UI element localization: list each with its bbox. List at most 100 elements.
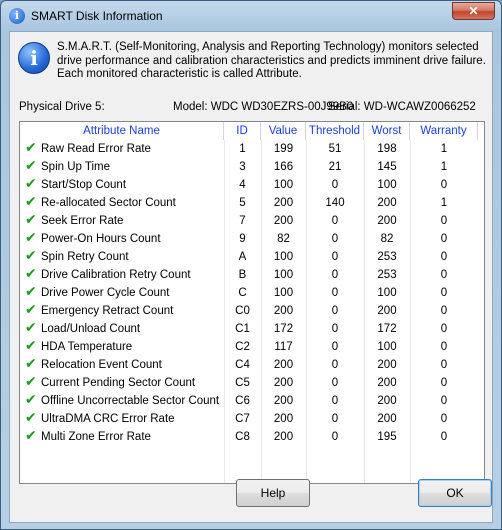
value-cell: 199 <box>273 143 294 155</box>
warranty-cell: 0 <box>440 305 448 317</box>
table-row[interactable]: ✔ Power-On Hours Count 9 82 0 82 0 <box>20 230 484 248</box>
attribute-name: HDA Temperature <box>41 341 133 353</box>
table-row[interactable]: ✔ Spin Retry Count A 100 0 253 0 <box>20 248 484 266</box>
warranty-cell: 0 <box>440 179 448 191</box>
column-header-threshold[interactable]: Threshold <box>306 122 364 140</box>
warranty-cell: 1 <box>440 197 448 209</box>
table-row[interactable]: ✔ Current Pending Sector Count C5 200 0 200 0 <box>20 374 484 392</box>
status-ok-check-icon: ✔ <box>25 320 37 336</box>
value-cell: 117 <box>274 341 293 353</box>
table-row[interactable]: ✔ Load/Unload Count C1 172 0 172 0 <box>20 320 484 338</box>
warranty-cell: 0 <box>440 251 448 263</box>
id-cell: C6 <box>235 395 250 407</box>
attribute-name-cell: ✔ HDA Temperature <box>20 338 224 356</box>
column-header-id[interactable]: ID <box>224 122 261 140</box>
threshold-cell: 0 <box>331 341 339 353</box>
status-ok-check-icon: ✔ <box>25 248 37 264</box>
close-button[interactable]: ✕ <box>452 2 495 20</box>
attribute-name: Drive Calibration Retry Count <box>41 269 191 281</box>
status-ok-check-icon: ✔ <box>25 158 37 174</box>
warranty-cell: 0 <box>440 323 448 335</box>
attribute-name: Drive Power Cycle Count <box>41 287 170 299</box>
warranty-cell: 1 <box>440 143 448 155</box>
warranty-cell: 0 <box>440 341 448 353</box>
table-row[interactable]: ✔ Start/Stop Count 4 100 0 100 0 <box>20 176 484 194</box>
title-bar[interactable]: i SMART Disk Information ✕ <box>1 1 501 31</box>
warranty-cell: 0 <box>440 287 448 299</box>
table-row[interactable]: ✔ Drive Power Cycle Count C 100 0 100 0 <box>20 284 484 302</box>
worst-cell: 145 <box>377 161 397 173</box>
status-ok-check-icon: ✔ <box>25 284 37 300</box>
worst-cell: 200 <box>377 377 397 389</box>
id-cell: 3 <box>239 161 246 173</box>
table-row[interactable]: ✔ Spin Up Time 3 166 21 145 1 <box>20 158 484 176</box>
value-cell: 200 <box>273 377 294 389</box>
table-row[interactable]: ✔ Seek Error Rate 7 200 0 200 0 <box>20 212 484 230</box>
id-cell: C4 <box>235 359 250 371</box>
worst-cell: 82 <box>380 233 394 245</box>
attribute-name: Spin Retry Count <box>41 251 129 263</box>
table-header: Attribute Name ID Value Threshold Worst … <box>20 122 484 140</box>
status-ok-check-icon: ✔ <box>25 212 37 228</box>
column-header-worst[interactable]: Worst <box>364 122 410 140</box>
physical-drive-label: Physical Drive 5: <box>19 101 105 113</box>
threshold-cell: 0 <box>331 179 339 191</box>
table-row[interactable]: ✔ UltraDMA CRC Error Rate C7 200 0 200 0 <box>20 410 484 428</box>
attribute-name-cell: ✔ Relocation Event Count <box>20 356 224 374</box>
attribute-name-cell: ✔ Offline Uncorrectable Sector Count <box>20 392 224 410</box>
id-cell: C2 <box>235 341 250 353</box>
table-row[interactable]: ✔ HDA Temperature C2 117 0 100 0 <box>20 338 484 356</box>
warranty-cell: 0 <box>440 395 448 407</box>
value-cell: 200 <box>273 359 294 371</box>
column-header-attribute-name[interactable]: Attribute Name <box>20 122 224 140</box>
table-row[interactable]: ✔ Offline Uncorrectable Sector Count C6 200… <box>20 392 484 410</box>
column-header-warranty[interactable]: Warranty <box>410 122 478 140</box>
ok-button[interactable]: OK <box>418 479 492 507</box>
attribute-name-cell: ✔ Seek Error Rate <box>20 212 224 230</box>
warranty-cell: 0 <box>440 233 448 245</box>
value-cell: 200 <box>273 395 294 407</box>
worst-cell: 100 <box>377 287 397 299</box>
id-cell: B <box>238 269 247 281</box>
id-cell: C8 <box>235 431 250 443</box>
worst-cell: 200 <box>377 305 397 317</box>
threshold-cell: 0 <box>331 287 339 299</box>
id-cell: 4 <box>239 179 246 191</box>
threshold-cell: 0 <box>331 215 339 227</box>
table-row[interactable]: ✔ Drive Calibration Retry Count B 100 0 253 0 <box>20 266 484 284</box>
warranty-cell: 0 <box>440 215 448 227</box>
worst-cell: 100 <box>377 179 397 191</box>
attribute-name: Emergency Retract Count <box>41 305 174 317</box>
attribute-name-cell: ✔ Drive Power Cycle Count <box>20 284 224 302</box>
status-ok-check-icon: ✔ <box>25 230 37 246</box>
status-ok-check-icon: ✔ <box>25 392 37 408</box>
attribute-name: Multi Zone Error Rate <box>41 431 151 443</box>
warranty-cell: 0 <box>440 377 448 389</box>
table-row[interactable]: ✔ Re-allocated Sector Count 5 200 140 200 1 <box>20 194 484 212</box>
attribute-name: Spin Up Time <box>41 161 111 173</box>
warranty-cell: 0 <box>440 431 448 443</box>
attribute-name-cell: ✔ Power-On Hours Count <box>20 230 224 248</box>
worst-cell: 195 <box>377 431 397 443</box>
value-cell: 200 <box>273 215 294 227</box>
worst-cell: 198 <box>377 143 397 155</box>
worst-cell: 253 <box>377 251 397 263</box>
id-cell: 5 <box>239 197 246 209</box>
attribute-table[interactable]: Attribute Name ID Value Threshold Worst … <box>19 121 485 484</box>
attribute-name-cell: ✔ Spin Retry Count <box>20 248 224 266</box>
column-header-value[interactable]: Value <box>261 122 306 140</box>
worst-cell: 200 <box>377 197 397 209</box>
table-row[interactable]: ✔ Multi Zone Error Rate C8 200 0 195 0 <box>20 428 484 446</box>
attribute-name: Start/Stop Count <box>41 179 127 191</box>
value-cell: 100 <box>273 269 294 281</box>
worst-cell: 172 <box>377 323 397 335</box>
table-row[interactable]: ✔ Raw Read Error Rate 1 199 51 198 1 <box>20 140 484 158</box>
id-cell: C0 <box>235 305 250 317</box>
threshold-cell: 0 <box>331 359 339 371</box>
table-row[interactable]: ✔ Relocation Event Count C4 200 0 200 0 <box>20 356 484 374</box>
warranty-cell: 0 <box>440 359 448 371</box>
table-row[interactable]: ✔ Emergency Retract Count C0 200 0 200 0 <box>20 302 484 320</box>
drive-model: Model: WDC WD30EZRS-00J99B0 <box>173 101 354 113</box>
attribute-name: Relocation Event Count <box>41 359 162 371</box>
help-button[interactable]: Help <box>236 479 310 507</box>
